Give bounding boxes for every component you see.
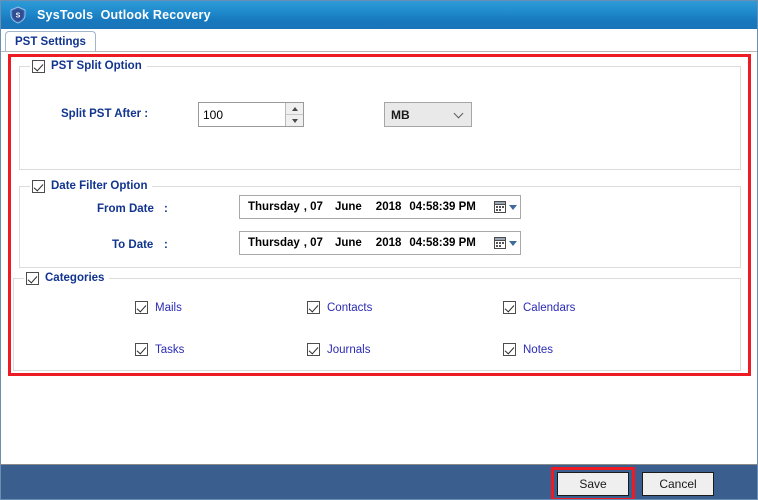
category-checkbox-calendars[interactable]: [503, 301, 516, 314]
app-title: SysTools Outlook Recovery: [37, 8, 211, 22]
title-bar: S SysTools Outlook Recovery: [1, 1, 757, 29]
chevron-down-icon: [454, 109, 465, 120]
categories-group: Categories: [13, 270, 741, 371]
to-date-year[interactable]: 2018: [376, 237, 402, 249]
to-date-day[interactable]: , 07: [304, 237, 323, 249]
split-size-spinner-buttons[interactable]: [285, 103, 303, 126]
split-size-value[interactable]: 100: [199, 103, 285, 126]
from-date-time[interactable]: 04:58:39 PM: [409, 201, 475, 213]
to-date-picker[interactable]: Thursday , 07 June 2018 04:58:39 PM: [239, 231, 521, 255]
date-filter-option-label: Date Filter Option: [51, 180, 148, 192]
category-label-journals: Journals: [327, 343, 371, 356]
application-window: S SysTools Outlook Recovery PST Settings…: [0, 0, 758, 500]
category-item-mails[interactable]: Mails: [135, 301, 182, 314]
to-date-label: To Date: [112, 239, 154, 251]
dropdown-triangle-icon: [508, 240, 517, 246]
category-checkbox-mails[interactable]: [135, 301, 148, 314]
date-filter-option-checkbox[interactable]: [32, 179, 45, 193]
category-item-calendars[interactable]: Calendars: [503, 301, 575, 314]
from-date-label: From Date: [97, 203, 154, 215]
tab-label: PST Settings: [15, 35, 86, 48]
category-item-tasks[interactable]: Tasks: [135, 343, 184, 356]
from-date-day[interactable]: , 07: [304, 201, 323, 213]
spinner-down-icon[interactable]: [286, 115, 303, 126]
from-date-dropdown-button[interactable]: [490, 201, 520, 213]
pst-split-option-label: PST Split Option: [51, 60, 142, 72]
save-button[interactable]: Save: [557, 472, 629, 496]
category-label-calendars: Calendars: [523, 301, 576, 314]
from-date-weekday[interactable]: Thursday: [248, 201, 300, 213]
to-date-time[interactable]: 04:58:39 PM: [409, 237, 475, 249]
pst-split-option-checkbox[interactable]: [32, 59, 45, 73]
svg-text:S: S: [16, 13, 21, 20]
from-date-fields[interactable]: Thursday , 07 June 2018 04:58:39 PM: [240, 201, 490, 213]
save-button-label: Save: [579, 477, 607, 491]
dropdown-triangle-icon: [508, 204, 517, 210]
from-date-year[interactable]: 2018: [376, 201, 402, 213]
category-checkbox-notes[interactable]: [503, 343, 516, 356]
split-unit-combobox[interactable]: MB: [384, 102, 472, 127]
category-item-contacts[interactable]: Contacts: [307, 301, 372, 314]
from-date-picker[interactable]: Thursday , 07 June 2018 04:58:39 PM: [239, 195, 521, 219]
category-label-tasks: Tasks: [155, 343, 185, 356]
to-date-separator: :: [164, 239, 168, 251]
split-size-spinner[interactable]: 100: [198, 102, 304, 127]
categories-legend[interactable]: Categories: [24, 270, 110, 286]
cancel-button-label: Cancel: [659, 477, 697, 491]
category-item-journals[interactable]: Journals: [307, 343, 370, 356]
cancel-button[interactable]: Cancel: [642, 472, 714, 496]
category-label-contacts: Contacts: [327, 301, 373, 314]
to-date-dropdown-button[interactable]: [490, 237, 520, 249]
to-date-fields[interactable]: Thursday , 07 June 2018 04:58:39 PM: [240, 237, 490, 249]
category-label-mails: Mails: [155, 301, 182, 314]
category-checkbox-contacts[interactable]: [307, 301, 320, 314]
footer-bar: Save Cancel: [1, 464, 757, 499]
shield-logo-icon: S: [9, 6, 27, 24]
spinner-up-icon[interactable]: [286, 103, 303, 115]
split-pst-after-label: Split PST After :: [61, 108, 149, 120]
settings-content-panel: PST Split Option Split PST After : 100 M…: [1, 51, 757, 464]
categories-label: Categories: [45, 272, 105, 284]
categories-checkbox[interactable]: [26, 271, 39, 285]
category-label-notes: Notes: [523, 343, 554, 356]
category-checkbox-journals[interactable]: [307, 343, 320, 356]
split-unit-value: MB: [391, 107, 410, 122]
tab-strip: PST Settings: [1, 29, 757, 51]
tab-pst-settings[interactable]: PST Settings: [5, 31, 96, 51]
from-date-month[interactable]: June: [335, 201, 362, 213]
to-date-month[interactable]: June: [335, 237, 362, 249]
from-date-separator: :: [164, 203, 168, 215]
to-date-weekday[interactable]: Thursday: [248, 237, 300, 249]
category-item-notes[interactable]: Notes: [503, 343, 553, 356]
pst-split-option-legend[interactable]: PST Split Option: [30, 58, 147, 74]
category-checkbox-tasks[interactable]: [135, 343, 148, 356]
calendar-icon: [493, 237, 506, 249]
date-filter-option-legend[interactable]: Date Filter Option: [30, 178, 153, 194]
calendar-icon: [493, 201, 506, 213]
